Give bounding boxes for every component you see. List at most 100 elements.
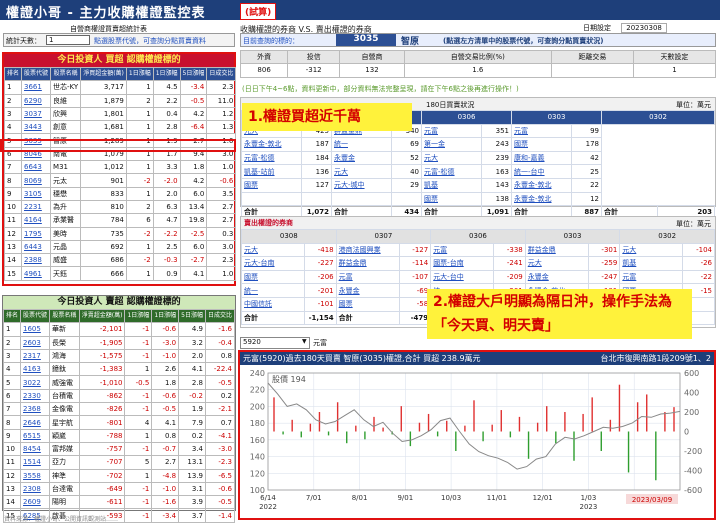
- buy-section: 今日投資人 買超 認購權證標的 排名 股票代號 股票名稱 淨買超金額(萬) 1日…: [2, 52, 237, 286]
- table-cell[interactable]: 2317: [20, 348, 51, 364]
- broker-name[interactable]: 國票: [511, 137, 572, 152]
- table-cell[interactable]: 2609: [20, 495, 51, 510]
- broker-name[interactable]: 群益金鼎: [524, 242, 589, 258]
- broker-name[interactable]: 國票: [240, 269, 306, 285]
- broker-amount: 40: [391, 164, 422, 179]
- table-cell[interactable]: 3105: [21, 186, 52, 201]
- table-cell: -0.3: [152, 253, 181, 268]
- table-cell[interactable]: 1795: [21, 226, 52, 241]
- table-cell: 3.3: [152, 160, 181, 175]
- table-cell[interactable]: 1605: [20, 322, 51, 337]
- table-cell[interactable]: 4961: [21, 266, 52, 281]
- table-cell[interactable]: 2603: [20, 335, 51, 350]
- broker-name[interactable]: 元大-台南: [240, 256, 306, 271]
- broker-name[interactable]: 元富: [335, 269, 400, 285]
- sell-broker-title: 賣出權證的券商: [244, 219, 293, 227]
- broker-name[interactable]: 元富-松德: [241, 150, 302, 166]
- broker-name[interactable]: 永豐金: [524, 269, 589, 285]
- table-cell: 6.3: [152, 199, 181, 215]
- right-tick: 0: [684, 428, 689, 437]
- table-cell[interactable]: 1514: [20, 455, 51, 470]
- table-cell[interactable]: 2646: [20, 415, 51, 430]
- broker-amount: 178: [571, 137, 602, 152]
- table-cell[interactable]: 4163: [20, 362, 51, 377]
- table-cell[interactable]: 3661: [21, 80, 52, 95]
- broker-name[interactable]: 永豐金-敦北: [241, 137, 302, 152]
- table-cell: 欣興: [50, 106, 82, 122]
- broker-name[interactable]: 統一-台中: [511, 164, 572, 179]
- broker-name[interactable]: 統一: [240, 283, 306, 298]
- left-tick: 180: [250, 419, 265, 428]
- broker-name[interactable]: 國票: [241, 177, 302, 193]
- table-cell[interactable]: 2368: [20, 402, 51, 417]
- table-cell[interactable]: 6515: [20, 428, 51, 443]
- broker-name[interactable]: 元大: [524, 256, 589, 271]
- table-cell: -1: [124, 481, 153, 497]
- stock-code-field[interactable]: 3035: [336, 34, 396, 46]
- broker-name[interactable]: 元富: [430, 242, 495, 258]
- x-tick: 8/01: [352, 494, 368, 502]
- chevron-down-icon[interactable]: ▼: [302, 338, 307, 345]
- table-cell[interactable]: 8069: [21, 173, 52, 188]
- table-row: 元大-台南 -227 群益金鼎 -114 國票-台南 -241 元大 -259 凱基 -26: [240, 256, 715, 271]
- table-cell[interactable]: 6290: [21, 93, 52, 108]
- broker-name[interactable]: 元大-台中: [430, 269, 495, 285]
- table-cell: 7.9: [178, 415, 206, 430]
- broker-name[interactable]: 永豐金: [331, 150, 392, 166]
- table-cell[interactable]: 4164: [21, 213, 52, 228]
- table-cell[interactable]: 3022: [20, 375, 51, 390]
- table-cell: -4.1: [204, 428, 236, 443]
- summary-value: 132: [339, 63, 405, 78]
- broker-name[interactable]: 凱基: [619, 256, 684, 271]
- table-cell[interactable]: 2330: [20, 388, 51, 404]
- broker-name[interactable]: 元大: [619, 242, 684, 258]
- broker-name[interactable]: 元富: [421, 123, 482, 139]
- broker-name[interactable]: 元大: [331, 164, 392, 179]
- right-tick: -600: [684, 486, 702, 495]
- broker-name[interactable]: 統一: [331, 137, 392, 152]
- broker-name[interactable]: 中國信託: [240, 296, 306, 312]
- table-cell[interactable]: 8454: [20, 441, 51, 457]
- broker-name[interactable]: 元富: [511, 123, 572, 139]
- broker-name[interactable]: 國票: [335, 296, 400, 312]
- broker-select[interactable]: 5920: [240, 337, 310, 349]
- table-cell[interactable]: 3037: [21, 106, 52, 122]
- table-row: 2 2603 長榮 -1,905 -1 -3.0 3.2 -0.4: [2, 335, 236, 350]
- table-cell[interactable]: 3558: [20, 468, 51, 483]
- table-cell: 666: [80, 266, 127, 281]
- broker-amount: -114: [398, 256, 432, 271]
- broker-name[interactable]: 國票: [421, 191, 482, 207]
- broker-name[interactable]: 群益金鼎: [335, 256, 400, 271]
- broker-name[interactable]: 凱基-站前: [241, 164, 302, 179]
- broker-name[interactable]: 元富-松德: [421, 164, 482, 179]
- table-cell[interactable]: 2231: [21, 199, 52, 215]
- table-cell[interactable]: 6643: [21, 160, 52, 175]
- broker-name[interactable]: 元大: [421, 150, 482, 166]
- highlight-row-3035: [0, 139, 236, 152]
- table-row: 凱基-站前 136 元大 40 元富-松德 163 統一-台中 25: [241, 164, 715, 179]
- table-cell[interactable]: 2308: [20, 481, 51, 497]
- table-cell: -1: [124, 388, 153, 404]
- broker-name[interactable]: 康和-嘉義: [511, 150, 572, 166]
- broker-name[interactable]: 第一金: [421, 137, 482, 152]
- table-cell[interactable]: 6443: [21, 239, 52, 255]
- broker-name[interactable]: 元富: [619, 269, 684, 285]
- table-cell: 1.0: [206, 266, 237, 281]
- broker-name[interactable]: 永豐金-敦北: [511, 191, 572, 207]
- table-cell[interactable]: 2388: [21, 253, 52, 268]
- table-cell: -2.5: [179, 226, 208, 241]
- date-input[interactable]: 20230308: [621, 23, 667, 33]
- right-tick: 400: [684, 389, 699, 398]
- broker-name[interactable]: 元大: [240, 242, 306, 258]
- broker-name[interactable]: 港商法國興業: [335, 242, 400, 258]
- broker-name[interactable]: 國票-台南: [430, 256, 495, 271]
- table-cell: 3: [3, 106, 23, 122]
- broker-name[interactable]: 永豐金-敦北: [511, 177, 572, 193]
- table-cell[interactable]: 3443: [21, 120, 52, 135]
- table-row: 7 2368 金像電 -826 -1 -0.5 1.9 -2.1: [2, 402, 236, 417]
- broker-name[interactable]: 凱基: [421, 177, 482, 193]
- broker-name[interactable]: 永豐金: [335, 283, 400, 298]
- stat-days-select[interactable]: 1: [46, 35, 90, 45]
- table-cell: 美時: [50, 226, 82, 241]
- broker-name[interactable]: 元大-城中: [331, 177, 392, 193]
